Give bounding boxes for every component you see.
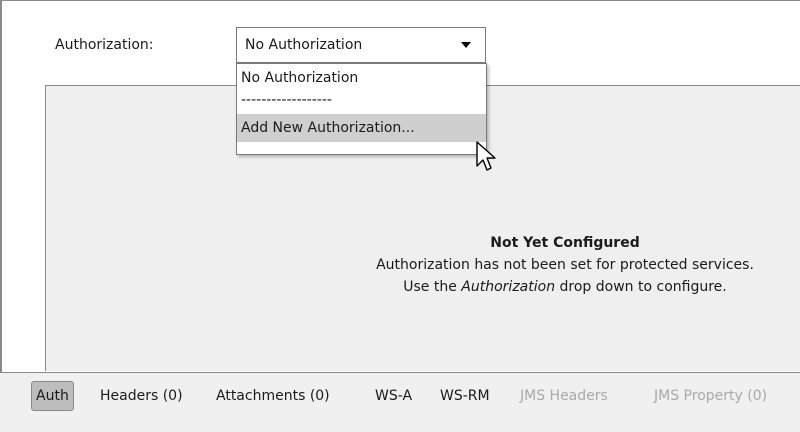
tab-auth[interactable]: Auth: [31, 381, 74, 411]
not-configured-message: Not Yet Configured Authorization has not…: [330, 232, 800, 298]
authorization-select-value: No Authorization: [245, 37, 363, 53]
left-border: [0, 0, 2, 372]
message-line-2-emphasis: Authorization: [461, 279, 556, 295]
authorization-label: Authorization:: [55, 37, 154, 53]
tab-ws-rm[interactable]: WS-RM: [440, 381, 490, 411]
tab-headers[interactable]: Headers (0): [100, 381, 183, 411]
dropdown-option-add-new-authorization[interactable]: Add New Authorization...: [237, 114, 486, 142]
message-title: Not Yet Configured: [490, 235, 640, 251]
tab-attachments[interactable]: Attachments (0): [216, 381, 330, 411]
message-line-1: Authorization has not been set for prote…: [376, 257, 754, 273]
authorization-dropdown-list: No Authorization ------------------ Add …: [236, 63, 487, 155]
message-line-2: Use the Authorization drop down to confi…: [330, 276, 800, 298]
mouse-pointer-icon: [476, 141, 496, 171]
dropdown-option-no-authorization[interactable]: No Authorization: [237, 64, 486, 92]
message-line-2-suffix: drop down to configure.: [555, 279, 727, 295]
tab-ws-a[interactable]: WS-A: [375, 381, 412, 411]
tab-jms-headers: JMS Headers: [520, 388, 608, 404]
chevron-down-icon: [461, 42, 471, 48]
dropdown-separator: ------------------: [241, 92, 332, 108]
bottom-tab-bar: Auth Headers (0) Attachments (0) WS-A WS…: [0, 373, 800, 432]
authorization-select[interactable]: No Authorization: [236, 27, 486, 63]
tab-jms-property: JMS Property (0): [654, 388, 768, 404]
message-line-2-prefix: Use the: [403, 279, 462, 295]
